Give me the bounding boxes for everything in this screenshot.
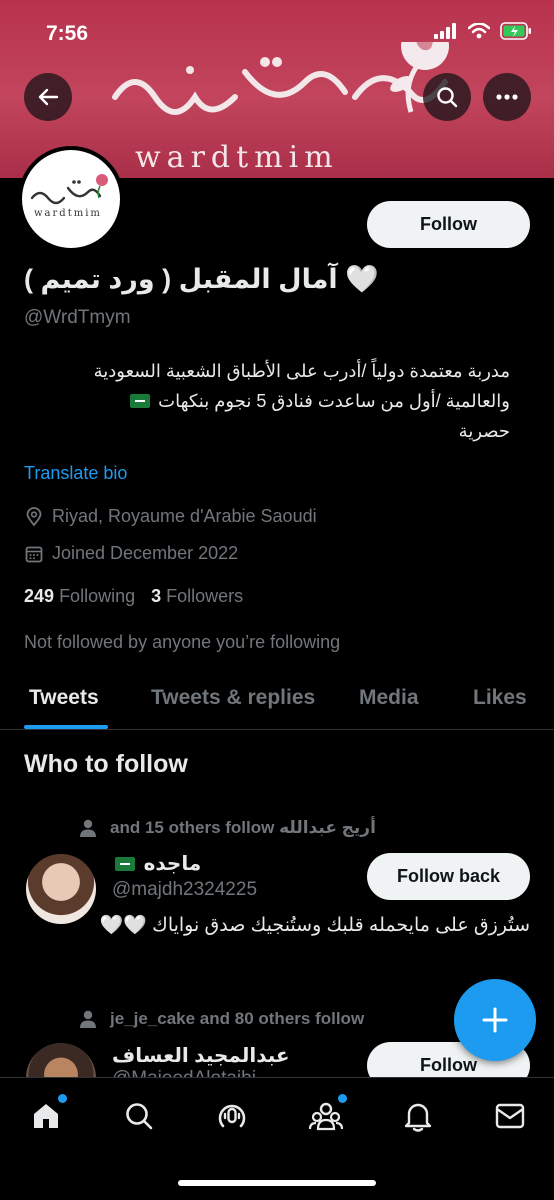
home-icon <box>34 1104 58 1128</box>
bio-line: مدربة معتمدة دولياً /أدرب على الأطباق ال… <box>93 361 510 381</box>
followers-count: 3 <box>151 586 162 606</box>
communities-icon <box>309 1102 343 1131</box>
status-time: 7:56 <box>46 22 89 45</box>
search-profile-button[interactable] <box>423 73 471 121</box>
nav-home[interactable] <box>26 1094 67 1136</box>
nav-spaces[interactable] <box>212 1096 252 1136</box>
profile-stats: 249 Following 3 Followers <box>24 586 243 607</box>
following-stat[interactable]: 249 Following <box>24 586 135 607</box>
messages-icon <box>495 1103 525 1129</box>
wifi-icon <box>468 23 490 39</box>
bio-line: حصرية <box>458 421 510 441</box>
saudi-flag-icon <box>130 394 151 408</box>
location-text: Riyad, Royaume d'Arabie Saoudi <box>52 506 317 526</box>
follow-back-button[interactable]: Follow back <box>367 853 530 900</box>
tab-likes[interactable]: Likes <box>473 686 527 710</box>
profile-avatar[interactable]: wardtmim <box>18 146 124 252</box>
arrow-left-icon <box>38 88 59 106</box>
social-context: je_je_cake and 80 others follow <box>78 1009 364 1029</box>
back-button[interactable] <box>24 73 72 121</box>
search-icon <box>126 1103 153 1130</box>
svg-text:wardtmim: wardtmim <box>34 208 102 219</box>
plus-icon <box>482 1007 508 1033</box>
location-pin-icon <box>26 506 42 526</box>
who-to-follow-title: Who to follow <box>24 750 188 778</box>
spaces-icon <box>218 1104 246 1128</box>
following-count: 249 <box>24 586 55 606</box>
followers-label: Followers <box>166 586 244 606</box>
followers-stat[interactable]: 3 Followers <box>151 586 243 607</box>
saudi-flag-icon <box>115 857 135 871</box>
nav-messages[interactable] <box>490 1096 530 1136</box>
profile-joined: Joined December 2022 <box>24 543 238 564</box>
profile-handle: @WrdTmym <box>24 307 131 328</box>
more-button[interactable] <box>483 73 531 121</box>
more-icon <box>496 94 518 100</box>
person-icon <box>80 1010 96 1028</box>
tab-media[interactable]: Media <box>359 686 419 710</box>
notification-dot <box>338 1094 347 1103</box>
user-handle: @majdh2324225 <box>112 879 258 900</box>
active-tab-indicator <box>24 725 108 729</box>
translate-bio-link[interactable]: Translate bio <box>24 463 127 484</box>
user-name[interactable]: عبدالمجيد العساف <box>112 1043 290 1068</box>
tab-tweets[interactable]: Tweets <box>29 686 99 710</box>
bio-line: والعالمية /أول من ساعدت فنادق 5 نجوم بنك… <box>158 391 510 411</box>
profile-location: Riyad, Royaume d'Arabie Saoudi <box>24 506 317 527</box>
social-context-text: je_je_cake and 80 others follow <box>110 1009 365 1028</box>
nav-search[interactable] <box>119 1096 159 1136</box>
person-icon <box>80 819 96 837</box>
follow-button[interactable]: Follow <box>367 201 530 248</box>
user-name: ماجده <box>143 853 202 875</box>
compose-tweet-button[interactable] <box>454 979 536 1061</box>
nav-communities[interactable] <box>306 1094 347 1136</box>
user-bio: ستُرزق على مايحمله قلبك وستُنجيك صدق نوا… <box>99 915 530 936</box>
profile-display-name: آمال المقبل ( ورد تميم ) 🤍 <box>24 264 379 294</box>
signal-icon <box>434 23 456 39</box>
notifications-icon <box>404 1103 432 1132</box>
following-label: Following <box>59 586 136 606</box>
not-followed-notice: Not followed by anyone you’re following <box>24 632 341 652</box>
status-icons <box>434 22 532 40</box>
svg-text:wardtmim: wardtmim <box>135 140 339 172</box>
tab-tweets-replies[interactable]: Tweets & replies <box>151 686 315 710</box>
nav-notifications[interactable] <box>398 1096 438 1136</box>
bio-line-with-flag: والعالمية /أول من ساعدت فنادق 5 نجوم بنك… <box>24 386 510 416</box>
joined-text: Joined December 2022 <box>52 543 239 563</box>
battery-icon <box>500 22 531 40</box>
profile-bio: مدربة معتمدة دولياً /أدرب على الأطباق ال… <box>24 356 510 446</box>
notification-dot <box>58 1094 67 1103</box>
calendar-icon <box>25 546 43 562</box>
social-context-text: and 15 others follow أريج عبدالله <box>110 818 376 837</box>
social-context: and 15 others follow أريج عبدالله <box>78 818 376 838</box>
home-indicator <box>178 1180 376 1186</box>
avatar-logo: wardtmim <box>30 174 108 219</box>
profile-tabs: Tweets Tweets & replies Media Likes <box>0 672 554 730</box>
status-bar: 7:56 <box>0 0 554 64</box>
search-icon <box>437 87 458 108</box>
user-name-row[interactable]: ماجده <box>112 851 201 876</box>
